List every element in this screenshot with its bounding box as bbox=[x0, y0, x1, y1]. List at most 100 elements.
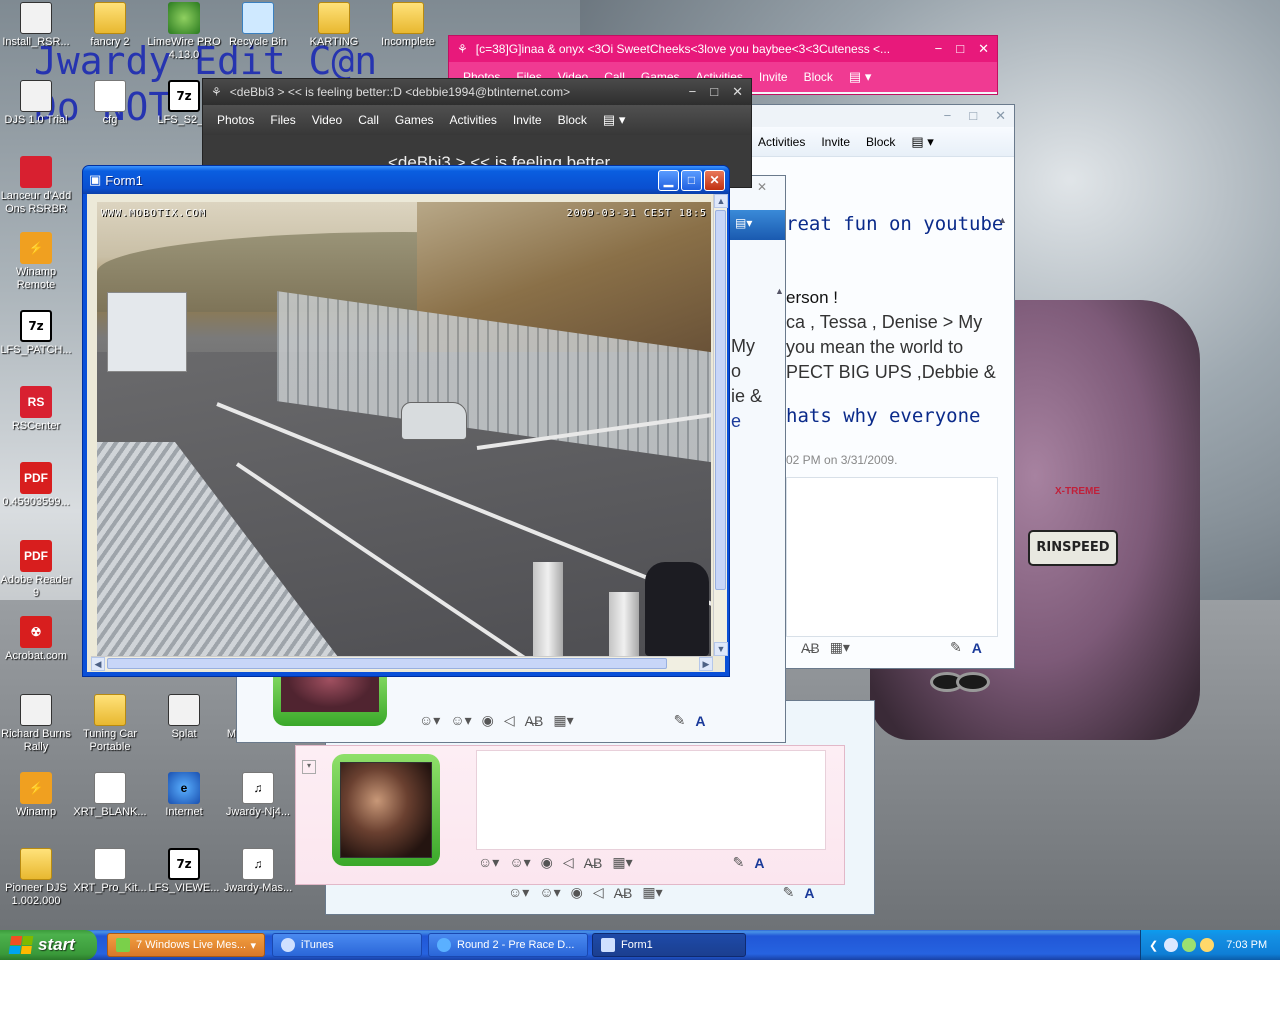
maximize-icon[interactable]: □ bbox=[956, 41, 964, 57]
desktop-icon[interactable]: 7z LFS_PATCH... bbox=[0, 310, 74, 357]
desktop-icon[interactable]: Pioneer DJS 1.002.000 bbox=[0, 848, 74, 908]
desktop-icon[interactable]: Tuning Car Portable bbox=[72, 694, 148, 754]
chat-scrollbar[interactable]: ▲ bbox=[775, 286, 785, 526]
handwriting-icon[interactable]: ✎ bbox=[674, 712, 686, 729]
desktop-icon[interactable]: ☢ Acrobat.com bbox=[0, 616, 74, 663]
desktop-icon[interactable]: ♫ Jwardy-Mas... bbox=[220, 848, 296, 895]
desktop-icon[interactable]: e Internet bbox=[146, 772, 222, 819]
maximize-icon[interactable]: □ bbox=[969, 108, 977, 124]
taskbar-button-form1[interactable]: Form1 bbox=[592, 933, 746, 957]
close-icon[interactable]: ✕ bbox=[995, 108, 1006, 124]
scroll-down-icon[interactable]: ▼ bbox=[714, 642, 728, 656]
scroll-left-icon[interactable]: ◀ bbox=[91, 657, 105, 671]
display-picture-frame[interactable] bbox=[332, 754, 440, 866]
desktop-icon[interactable]: Richard Burns Rally bbox=[0, 694, 74, 754]
close-icon[interactable]: ✕ bbox=[732, 84, 743, 100]
options-icon[interactable]: ▤ ▾ bbox=[603, 112, 625, 128]
desktop-icon[interactable]: Incomplete bbox=[370, 2, 446, 49]
form1-titlebar[interactable]: ▣ Form1 ▁ □ ✕ bbox=[83, 166, 729, 194]
handwriting-icon[interactable]: ✎ bbox=[733, 854, 745, 871]
wink-icon[interactable]: ☺▾ bbox=[539, 884, 560, 901]
font-icon[interactable]: A̶B bbox=[525, 713, 544, 729]
close-icon[interactable]: ✕ bbox=[757, 180, 767, 194]
handwriting-icon[interactable]: ✎ bbox=[950, 639, 962, 656]
desktop-icon[interactable]: ⚡ Winamp bbox=[0, 772, 74, 819]
font-icon[interactable]: A̶B bbox=[614, 885, 633, 901]
desktop-icon[interactable]: ♫ Jwardy-Nj4... bbox=[220, 772, 296, 819]
background-icon[interactable]: ▦▾ bbox=[642, 884, 662, 901]
voice-clip-icon[interactable]: ◁ bbox=[563, 854, 574, 871]
msn-window-conversation[interactable]: ☺▾ ☺▾ ◉ ◁ A̶B ▦▾ ✎ A ▾ bbox=[295, 745, 845, 885]
menu-block[interactable]: Block bbox=[804, 70, 833, 84]
desktop-icon[interactable]: Splat bbox=[146, 694, 222, 741]
maximize-button[interactable]: □ bbox=[681, 169, 702, 191]
close-icon[interactable]: ✕ bbox=[978, 41, 989, 57]
desktop-icon[interactable]: RS RSCenter bbox=[0, 386, 74, 433]
desktop-icon[interactable]: Install_RSR... bbox=[0, 2, 74, 49]
text-style-icon[interactable]: A bbox=[804, 885, 814, 901]
menu-block[interactable]: Block bbox=[558, 113, 587, 127]
minimize-icon[interactable]: − bbox=[935, 41, 943, 57]
options-icon[interactable]: ▤ ▾ bbox=[911, 134, 933, 150]
desktop-icon[interactable]: PDF 0.45903599... bbox=[0, 462, 74, 509]
horizontal-scrollbar[interactable]: ◀ ▶ bbox=[91, 656, 713, 671]
clock[interactable]: 7:03 PM bbox=[1226, 939, 1267, 951]
wink-icon[interactable]: ☺▾ bbox=[509, 854, 530, 871]
nudge-icon[interactable]: ◉ bbox=[541, 854, 553, 871]
desktop-icon[interactable]: XRT_Pro_Kit... bbox=[72, 848, 148, 895]
menu-block[interactable]: Block bbox=[866, 135, 895, 149]
minimize-icon[interactable]: − bbox=[689, 84, 697, 100]
emoticon-icon[interactable]: ☺▾ bbox=[478, 854, 499, 871]
options-icon[interactable]: ▤ ▾ bbox=[849, 69, 871, 85]
options-icon[interactable]: ▤▾ bbox=[729, 210, 785, 240]
scroll-thumb[interactable] bbox=[715, 210, 726, 590]
menu-files[interactable]: Files bbox=[270, 113, 295, 127]
desktop-icon[interactable]: LimeWire PRO 4.13.0 bbox=[146, 2, 222, 62]
scroll-thumb[interactable] bbox=[107, 658, 667, 669]
desktop-icon[interactable]: fancry 2 bbox=[72, 2, 148, 49]
minimize-icon[interactable]: − bbox=[944, 108, 952, 124]
font-icon[interactable]: A̶B bbox=[584, 855, 603, 871]
nudge-icon[interactable]: ◉ bbox=[571, 884, 583, 901]
emoticon-icon[interactable]: ☺▾ bbox=[508, 884, 529, 901]
chat-scrollbar[interactable]: ▲ bbox=[998, 215, 1010, 545]
menu-photos[interactable]: Photos bbox=[217, 113, 254, 127]
volume-icon[interactable] bbox=[1200, 938, 1215, 952]
message-input[interactable] bbox=[786, 477, 998, 637]
taskbar-button-browser[interactable]: Round 2 - Pre Race D... bbox=[428, 933, 588, 957]
desktop-icon[interactable]: cfg bbox=[72, 80, 148, 127]
desktop-icon[interactable]: KARTING bbox=[296, 2, 372, 49]
scroll-right-icon[interactable]: ▶ bbox=[699, 657, 713, 671]
taskbar-button-messenger[interactable]: 7 Windows Live Mes... ▾ bbox=[107, 933, 265, 957]
voice-clip-icon[interactable]: ◁ bbox=[593, 884, 604, 901]
menu-activities[interactable]: Activities bbox=[758, 135, 805, 149]
vertical-scrollbar[interactable]: ▲ ▼ bbox=[713, 194, 728, 656]
desktop-icon[interactable]: XRT_BLANK... bbox=[72, 772, 148, 819]
menu-games[interactable]: Games bbox=[395, 113, 434, 127]
background-icon[interactable]: ▦▾ bbox=[553, 712, 573, 729]
messenger-status-icon[interactable] bbox=[1182, 938, 1197, 952]
menu-activities[interactable]: Activities bbox=[450, 113, 497, 127]
menu-invite[interactable]: Invite bbox=[821, 135, 850, 149]
minimize-button[interactable]: ▁ bbox=[658, 169, 679, 191]
collapse-icon[interactable]: ▾ bbox=[302, 760, 316, 774]
text-style-icon[interactable]: A bbox=[972, 640, 982, 656]
desktop-icon[interactable]: DJS 1.0 Trial bbox=[0, 80, 74, 127]
menu-invite[interactable]: Invite bbox=[759, 70, 788, 84]
wink-icon[interactable]: ☺▾ bbox=[450, 712, 471, 729]
nudge-icon[interactable]: ◉ bbox=[482, 712, 494, 729]
background-icon[interactable]: ▦▾ bbox=[612, 854, 632, 871]
desktop-icon[interactable]: 7z LFS_VIEWE... bbox=[146, 848, 222, 895]
emoticon-icon[interactable]: ☺▾ bbox=[419, 712, 440, 729]
menu-video[interactable]: Video bbox=[312, 113, 342, 127]
network-icon[interactable] bbox=[1164, 938, 1179, 952]
form1-window[interactable]: ▣ Form1 ▁ □ ✕ WWW.MOBOTIX.COM 2009-03-31… bbox=[82, 165, 730, 677]
font-icon[interactable]: A̶B bbox=[801, 640, 820, 656]
desktop-icon[interactable]: Lanceur d'Add Ons RSRBR bbox=[0, 156, 74, 216]
desktop-icon[interactable]: ⚡ Winamp Remote bbox=[0, 232, 74, 292]
maximize-icon[interactable]: □ bbox=[710, 84, 718, 100]
handwriting-icon[interactable]: ✎ bbox=[783, 884, 795, 901]
close-button[interactable]: ✕ bbox=[704, 169, 725, 191]
start-button[interactable]: start bbox=[0, 930, 97, 960]
desktop-icon[interactable]: Recycle Bin bbox=[220, 2, 296, 49]
